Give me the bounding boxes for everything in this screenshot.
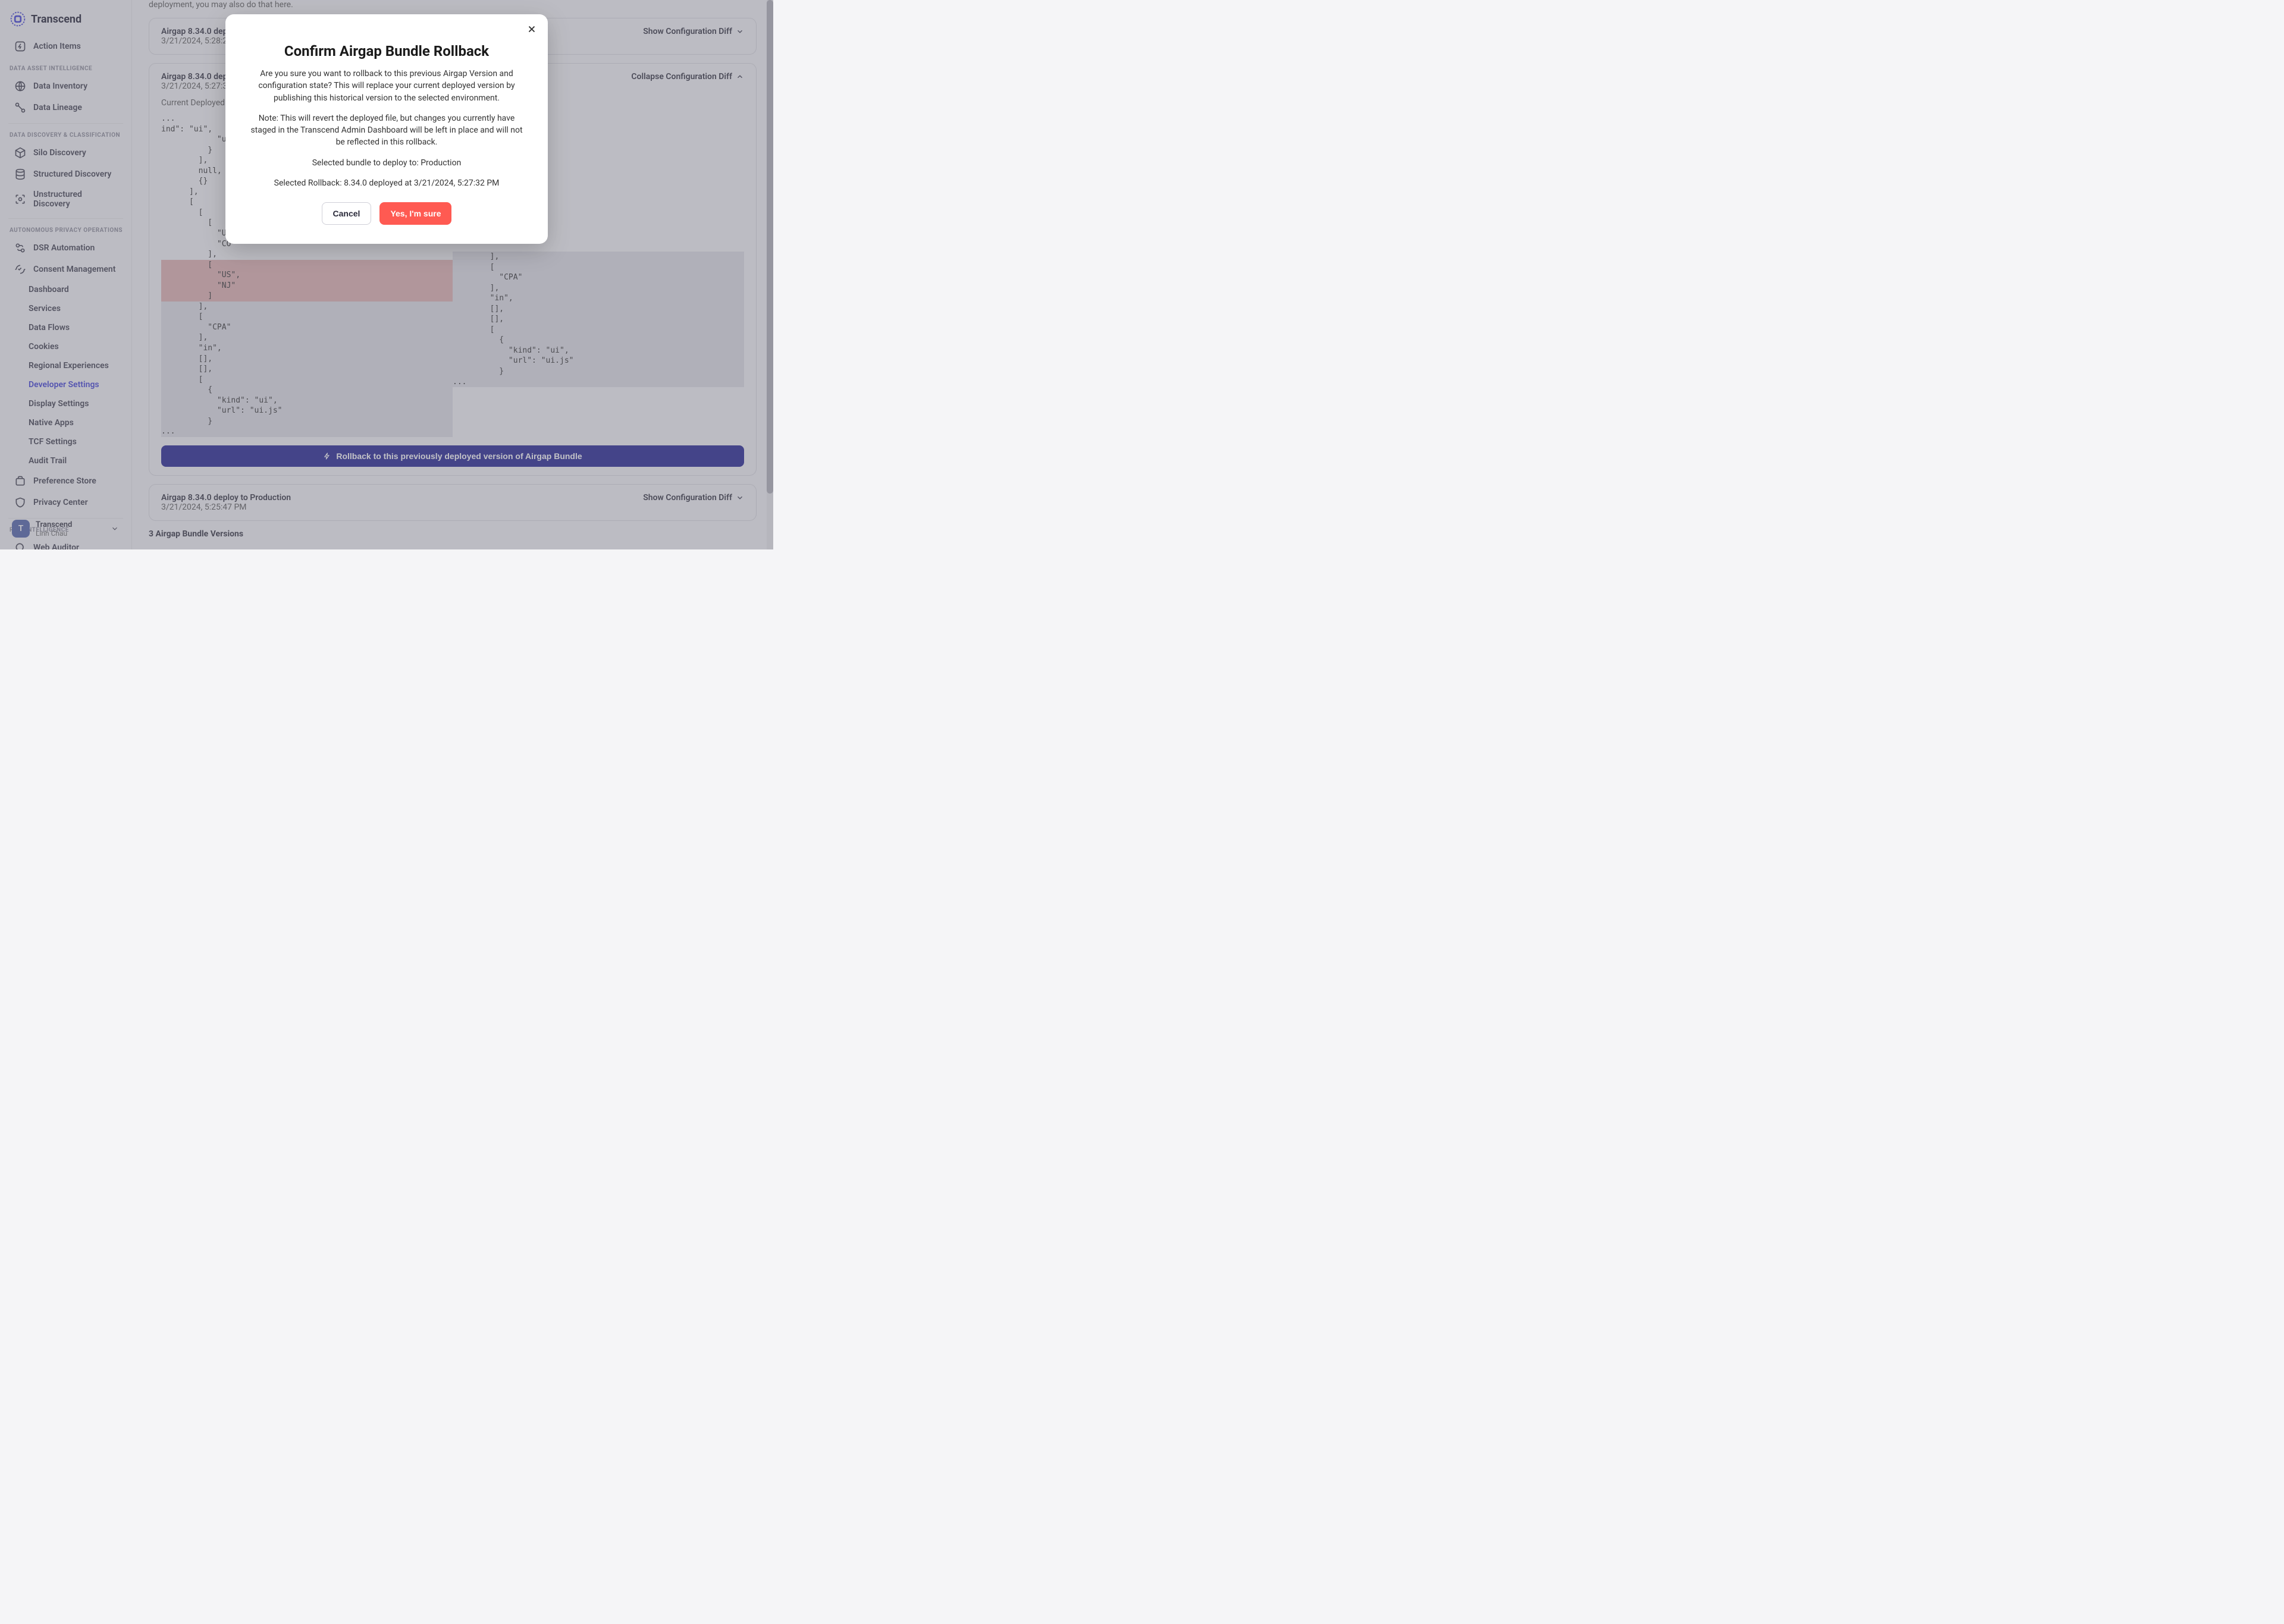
close-button[interactable] bbox=[526, 24, 537, 37]
cancel-button[interactable]: Cancel bbox=[322, 202, 372, 225]
modal-overlay[interactable]: Confirm Airgap Bundle Rollback Are you s… bbox=[0, 0, 773, 549]
close-icon bbox=[526, 24, 537, 34]
modal-text: Selected Rollback: 8.34.0 deployed at 3/… bbox=[249, 177, 524, 189]
modal-text: Are you sure you want to rollback to thi… bbox=[249, 68, 524, 104]
confirm-modal: Confirm Airgap Bundle Rollback Are you s… bbox=[225, 14, 548, 244]
confirm-button[interactable]: Yes, I'm sure bbox=[379, 202, 451, 225]
modal-text: Selected bundle to deploy to: Production bbox=[249, 157, 524, 169]
modal-title: Confirm Airgap Bundle Rollback bbox=[249, 43, 524, 59]
modal-text: Note: This will revert the deployed file… bbox=[249, 112, 524, 149]
